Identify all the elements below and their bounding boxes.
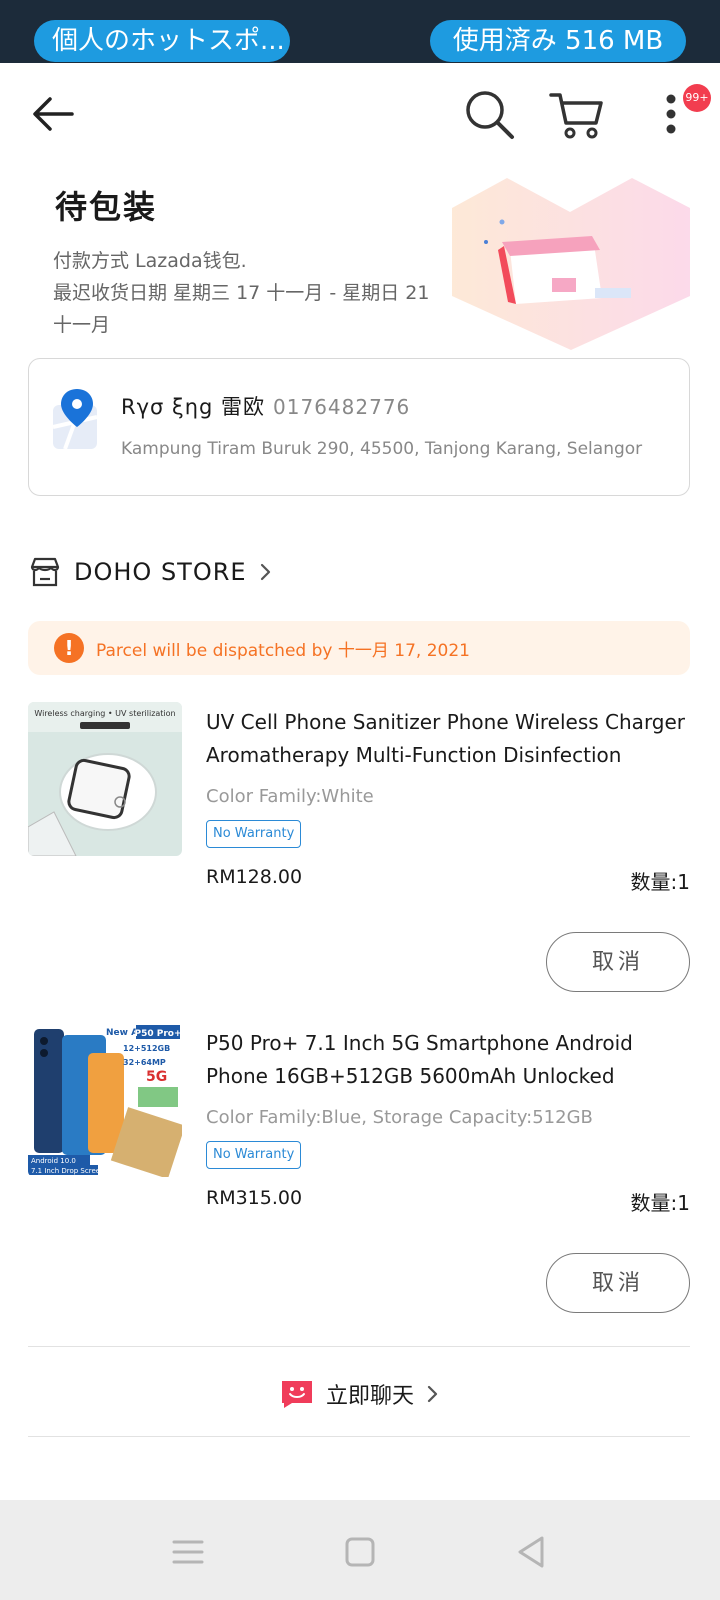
warranty-badge: No Warranty [206,1141,302,1169]
chevron-right-icon [427,1385,438,1403]
recent-apps-icon[interactable] [166,1530,210,1574]
store-header[interactable]: DOHO STORE [28,552,273,592]
recipient-name: Rγσ ξηg 雷欧 0176482776 [121,391,410,421]
product-variation: Color Family:White [206,786,374,807]
product-thumbnail[interactable]: Wireless charging • UV sterilization [28,702,182,856]
dispatch-notice-text: Parcel will be dispatched by 十一月 17, 202… [96,640,470,661]
thumbnail-memory: 12+512GB [123,1044,170,1053]
search-icon[interactable] [462,87,518,143]
data-usage-indicator[interactable]: 使用済み 516 MB [430,20,686,62]
back-nav-icon[interactable] [510,1530,554,1574]
package-illustration [452,178,690,350]
delivery-address-card[interactable]: Rγσ ξηg 雷欧 0176482776 Kampung Tiram Buruk… [28,358,690,496]
alert-icon: ! [54,633,84,663]
divider [28,1346,690,1347]
cart-icon[interactable] [548,87,604,143]
divider [28,1436,690,1437]
delivery-window: 最迟收货日期 星期三 17 十一月 - 星期日 21 十一月 [53,282,430,336]
recipient-phone: 0176482776 [273,395,411,419]
chat-now-button[interactable]: 立即聊天 [0,1352,720,1436]
cancel-item-button[interactable]: 取消 [546,932,690,992]
system-navigation-bar [0,1500,720,1600]
product-price: RM315.00 [206,1187,303,1209]
warranty-badge: No Warranty [206,820,302,848]
product-quantity: 数量:1 [630,870,690,894]
store-icon [30,557,60,587]
payment-method: 付款方式 Lazada钱包. [53,250,247,272]
product-title[interactable]: UV Cell Phone Sanitizer Phone Wireless C… [206,706,690,772]
cancel-item-button[interactable]: 取消 [546,1253,690,1313]
thumbnail-os: Android 10.0 [31,1157,76,1165]
product-price: RM128.00 [206,866,303,888]
order-item: Wireless charging • UV sterilization UV … [0,702,720,1002]
hotspot-indicator[interactable]: 個人のホットスポ... [34,20,290,62]
product-quantity: 数量:1 [630,1191,690,1215]
order-status-details: 付款方式 Lazada钱包. 最迟收货日期 星期三 17 十一月 - 星期日 2… [53,245,433,341]
product-title[interactable]: P50 Pro+ 7.1 Inch 5G Smartphone Android … [206,1027,690,1093]
order-item: New Arrival P50 Pro+ 12+512GB 32+64MP 5G… [0,1023,720,1323]
order-status-title: 待包装 [55,188,158,226]
recipient-name-text: Rγσ ξηg 雷欧 [121,395,266,419]
status-bar: 個人のホットスポ... 使用済み 516 MB [0,0,720,63]
sanitizer-product-image: Wireless charging • UV sterilization [28,702,182,856]
app-bar [0,63,720,167]
chat-icon [281,1381,312,1408]
chat-now-label: 立即聊天 [325,1384,414,1409]
notification-badge: 99+ [683,84,711,112]
dispatch-notice: ! Parcel will be dispatched by 十一月 17, 2… [28,621,690,675]
thumbnail-model: P50 Pro+ [134,1029,181,1039]
location-pin-icon [52,389,98,450]
thumbnail-screen: 7.1 Inch Drop Screen [31,1167,105,1175]
product-thumbnail-caption: Wireless charging • UV sterilization [34,709,175,718]
thumbnail-camera: 32+64MP [123,1058,166,1067]
address-line: Kampung Tiram Buruk 290, 45500, Tanjong … [121,439,643,459]
product-thumbnail[interactable]: New Arrival P50 Pro+ 12+512GB 32+64MP 5G… [28,1023,182,1177]
smartphone-product-image: New Arrival P50 Pro+ 12+512GB 32+64MP 5G… [28,1023,182,1177]
store-name[interactable]: DOHO STORE [74,558,247,586]
product-variation: Color Family:Blue, Storage Capacity:512G… [206,1107,593,1128]
chevron-right-icon [260,563,270,581]
home-icon[interactable] [338,1530,382,1574]
back-arrow-icon[interactable] [26,87,82,143]
thumbnail-5g: 5G [146,1069,167,1085]
